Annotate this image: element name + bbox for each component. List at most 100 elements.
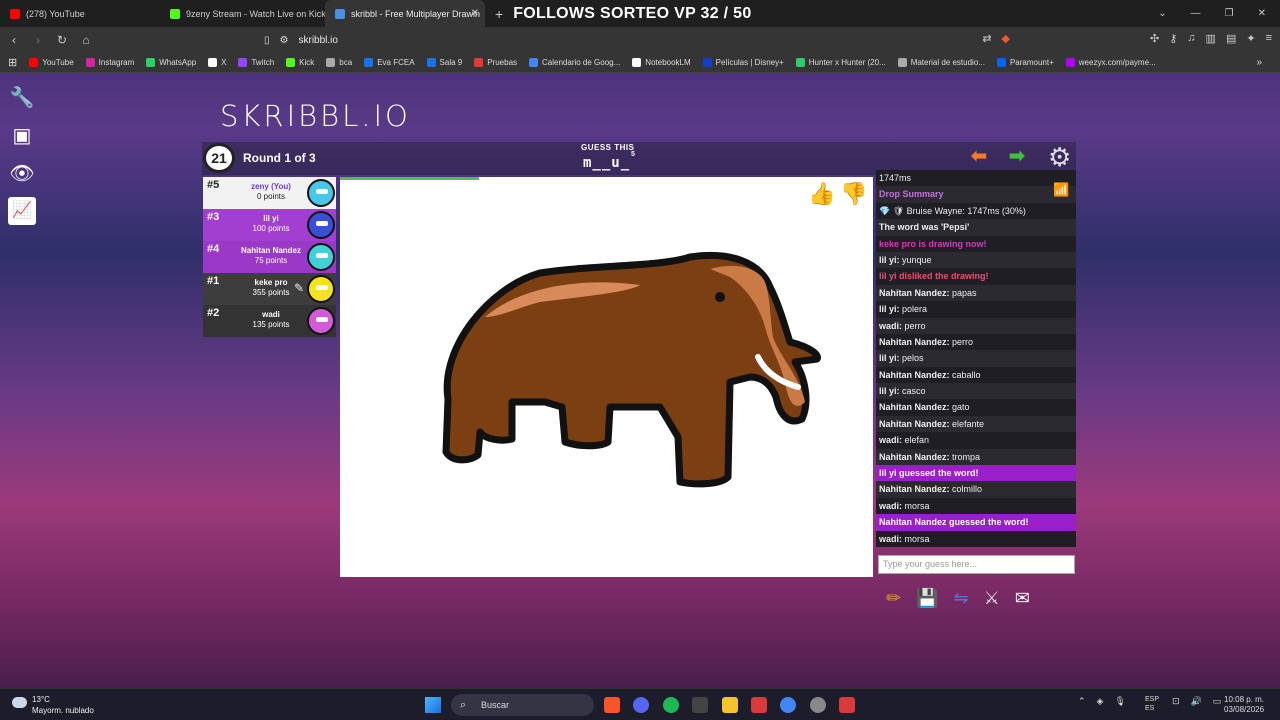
bookmark-item[interactable]: Eva FCEA	[364, 58, 415, 67]
discord-icon[interactable]	[633, 697, 649, 713]
wallet-icon[interactable]: ▤	[1226, 32, 1236, 45]
skribbl-icon	[335, 8, 345, 19]
arrow-left-icon[interactable]: ⬅	[971, 147, 987, 166]
notebooklm-icon	[632, 58, 642, 67]
save-icon[interactable]: 💾	[916, 588, 938, 609]
bookmark-item[interactable]: Kick	[286, 58, 314, 67]
pencil-icon[interactable]: ✏	[886, 588, 901, 609]
player-row[interactable]: #1 keke pro 355 points ✎	[203, 273, 336, 305]
bookmark-item[interactable]: X	[208, 58, 226, 67]
eye-icon[interactable]: 👁	[8, 160, 36, 188]
bookmark-item[interactable]: weezyx.com/payme...	[1065, 58, 1156, 67]
gallery-icon[interactable]: ▣	[8, 122, 36, 150]
wifi-icon[interactable]: ⊡	[1172, 696, 1180, 707]
site-info-icon[interactable]: ⚙	[280, 35, 289, 46]
close-window-icon[interactable]: ✕	[1258, 8, 1266, 19]
bookmark-item[interactable]: bca	[326, 58, 352, 67]
weather-widget[interactable]: 13°C Mayorm. nublado	[12, 694, 94, 716]
player-row[interactable]: #3 lil yi 100 points	[203, 209, 336, 241]
more-bookmarks-icon[interactable]: »	[1256, 57, 1262, 68]
vote-kick-icon[interactable]: ⚔	[984, 588, 1000, 609]
bookmark-item[interactable]: WhatsApp	[146, 58, 196, 67]
bookmark-label: Pruebas	[487, 58, 518, 67]
chrome-icon[interactable]	[780, 697, 796, 713]
taskbar-search[interactable]: ⌕ Buscar	[451, 694, 594, 716]
player-row[interactable]: #2 wadi 135 points	[203, 305, 336, 337]
leo-icon[interactable]: ✦	[1246, 32, 1255, 45]
windows-start-icon[interactable]	[425, 697, 441, 713]
mic-icon[interactable]: 🎙	[1114, 696, 1125, 707]
obs-icon[interactable]	[839, 697, 855, 713]
reload-icon[interactable]: ↻	[52, 33, 72, 47]
thumbs-up-icon[interactable]: 👍	[808, 181, 835, 207]
volume-icon[interactable]: 🔊	[1191, 696, 1202, 707]
chat-text: lil yi disliked the drawing!	[879, 271, 989, 282]
swap-icon[interactable]: ⇋	[954, 588, 969, 609]
stats-icon[interactable]: 📈	[8, 197, 36, 225]
chevron-up-icon[interactable]: ⌃	[1078, 696, 1086, 707]
tab-search-icon[interactable]: ⌄	[1158, 8, 1166, 19]
app-icon[interactable]	[751, 697, 767, 713]
new-tab-button[interactable]: +	[495, 6, 503, 22]
bookmark-item[interactable]: Pruebas	[474, 58, 517, 67]
player-name: wadi	[262, 310, 280, 319]
brave-icon[interactable]	[604, 697, 620, 713]
settings-gear-icon[interactable]: ⚙	[1048, 143, 1071, 171]
bookmark-item[interactable]: YouTube	[29, 58, 74, 67]
bookmark-item[interactable]: Hunter x Hunter (20...	[795, 58, 886, 67]
brave-shield-icon[interactable]: ◆	[1002, 32, 1010, 45]
tab-kick[interactable]: 9zeny Stream - Watch Live on Kick	[160, 0, 325, 27]
chat-author: lil yi:	[879, 254, 900, 265]
battery-icon[interactable]: ▭	[1213, 696, 1222, 707]
player-name: lil yi	[263, 214, 279, 223]
wrench-icon[interactable]: 🔧	[8, 84, 36, 112]
media-icon[interactable]: ♫	[1187, 32, 1195, 45]
bookmark-item[interactable]: NotebookLM	[632, 58, 691, 67]
taskbar-clock[interactable]: 10:08 p. m. 03/08/2026	[1224, 695, 1264, 715]
drawing-canvas[interactable]	[340, 177, 873, 577]
mail-icon[interactable]: ✉	[1015, 588, 1030, 609]
minimize-icon[interactable]: —	[1191, 8, 1201, 19]
menu-icon[interactable]: ≡	[1266, 32, 1272, 45]
bookmark-item[interactable]: Calendario de Goog...	[529, 58, 620, 67]
player-row[interactable]: #5 zeny (You) 0 points	[203, 177, 336, 209]
chat-text: elefan	[904, 435, 930, 446]
bookmark-item[interactable]: Películas | Disney+	[702, 58, 784, 67]
arrow-right-icon[interactable]: ➡	[1009, 147, 1025, 166]
apps-icon[interactable]: ⊞	[8, 56, 17, 69]
epic-games-icon[interactable]	[692, 697, 708, 713]
network-icon[interactable]: ◈	[1097, 696, 1104, 707]
sidebar-icon[interactable]: ▥	[1206, 32, 1216, 45]
thumbs-down-icon[interactable]: 👎	[840, 181, 867, 207]
close-tab-icon[interactable]: ✕	[471, 8, 479, 19]
restore-icon[interactable]: ❐	[1225, 8, 1234, 19]
tab-skribbl[interactable]: skribbl - Free Multiplayer Drawin ✕	[325, 0, 485, 27]
bookmark-item[interactable]: Instagram	[85, 58, 134, 67]
chat-text: colmillo	[952, 484, 983, 495]
chat-message: Nahitan Nandez: perro	[876, 333, 1076, 351]
folder-icon[interactable]	[722, 697, 738, 713]
translate-icon[interactable]: ⇄	[982, 32, 991, 45]
bookmark-item[interactable]: Material de estudio...	[897, 58, 985, 67]
forward-icon[interactable]: ›	[28, 33, 48, 47]
back-icon[interactable]: ‹	[4, 33, 24, 47]
bookmark-item[interactable]: Paramount+	[996, 58, 1054, 67]
extensions-icon[interactable]: ✣	[1150, 32, 1159, 45]
bookmark-item[interactable]: Sala 9	[426, 58, 462, 67]
language-indicator[interactable]: ESP ES	[1145, 695, 1159, 713]
steam-icon[interactable]	[810, 697, 826, 713]
bookmark-item[interactable]: Twitch	[238, 58, 274, 67]
vpn-icon[interactable]: ⚷	[1169, 32, 1177, 45]
tab-youtube[interactable]: (278) YouTube	[0, 0, 160, 27]
avatar	[307, 243, 335, 271]
bookmark-icon[interactable]: ▯	[264, 35, 270, 46]
player-row[interactable]: #4 Nahitan Nandez 75 points	[203, 241, 336, 273]
chat-author: lil yi:	[879, 304, 900, 315]
url-field[interactable]: ▯ ⚙ skribbl.io	[256, 30, 1006, 50]
spotify-icon[interactable]	[663, 697, 679, 713]
player-rank: #3	[207, 211, 220, 223]
guess-input[interactable]: Type your guess here...	[878, 555, 1075, 574]
search-label: Buscar	[481, 700, 510, 710]
home-icon[interactable]: ⌂	[76, 33, 96, 47]
chat-message: lil yi disliked the drawing!	[876, 268, 1076, 285]
